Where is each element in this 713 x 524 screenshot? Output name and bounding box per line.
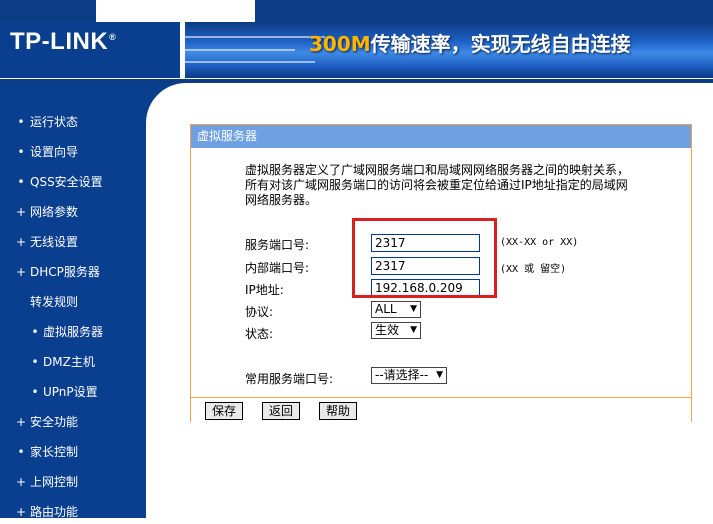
service-port-input[interactable]: 2317 <box>371 234 480 252</box>
sidebar-item-access-control[interactable]: + 上网控制 <box>0 470 146 494</box>
description-line: 所有对该广域网服务端口的访问将会被重定位给通过IP地址指定的局域网 <box>245 178 628 192</box>
expand-icon: + <box>16 475 27 489</box>
sidebar-item-qss[interactable]: • QSS安全设置 <box>0 170 146 194</box>
status-value: 生效 <box>375 323 400 337</box>
panel-description: 虚拟服务器定义了广域网服务端口和局域网网络服务器之间的映射关系， 所有对该广域网… <box>245 163 665 208</box>
bullet-icon: • <box>17 145 25 159</box>
sidebar-item-routing[interactable]: + 路由功能 <box>0 500 146 524</box>
common-port-label: 常用服务端口号: <box>245 372 334 386</box>
sidebar-item-upnp[interactable]: • UPnP设置 <box>0 380 146 404</box>
header-strip-right <box>255 0 713 22</box>
sidebar-item-label: 无线设置 <box>30 235 79 249</box>
sidebar-item-dmz[interactable]: • DMZ主机 <box>0 350 146 374</box>
banner: 300M传输速率，实现无线自由连接 <box>185 22 713 78</box>
service-port-hint: (XX-XX or XX) <box>500 237 579 248</box>
protocol-select[interactable]: ALL ▼ <box>371 301 421 318</box>
sidebar-item-label: 虚拟服务器 <box>43 325 104 339</box>
bullet-icon: • <box>31 325 39 339</box>
sidebar-item-label: UPnP设置 <box>43 385 98 399</box>
expand-icon: + <box>16 415 27 429</box>
expand-icon: + <box>16 265 27 279</box>
banner-text: 传输速率，实现无线自由连接 <box>370 32 631 56</box>
status-label: 状态: <box>245 327 274 341</box>
sidebar-item-label: DMZ主机 <box>43 355 95 369</box>
ip-address-label: IP地址: <box>245 283 284 297</box>
back-button[interactable]: 返回 <box>262 402 301 420</box>
sidebar-item-label: DHCP服务器 <box>30 265 100 279</box>
common-port-select[interactable]: --请选择-- ▼ <box>371 367 447 384</box>
banner-slogan: 300M传输速率，实现无线自由连接 <box>309 28 631 57</box>
description-line: 网络服务器。 <box>245 193 318 207</box>
bullet-icon: • <box>31 385 39 399</box>
internal-port-label: 内部端口号: <box>245 261 310 275</box>
banner-accent: 300M <box>309 32 371 56</box>
virtual-server-panel: 虚拟服务器 虚拟服务器定义了广域网服务端口和局域网网络服务器之间的映射关系， 所… <box>190 124 692 422</box>
service-port-label: 服务端口号: <box>245 238 310 252</box>
common-port-value: --请选择-- <box>375 368 429 382</box>
ip-address-input[interactable]: 192.168.0.209 <box>371 279 480 297</box>
sidebar-item-security[interactable]: + 安全功能 <box>0 410 146 434</box>
banner-streak <box>185 49 295 51</box>
status-select[interactable]: 生效 ▼ <box>371 322 421 339</box>
tp-link-logo: TP-LINK® <box>10 28 116 56</box>
internal-port-hint: (XX 或 留空) <box>500 264 567 275</box>
banner-streak <box>185 61 315 63</box>
sidebar-item-label: 路由功能 <box>30 505 79 519</box>
sidebar-item-parental-control[interactable]: • 家长控制 <box>0 440 146 464</box>
header-strip-left <box>0 0 96 22</box>
sidebar-item-virtual-server[interactable]: • 虚拟服务器 <box>0 320 146 344</box>
header-top-strip <box>0 0 713 22</box>
sidebar-item-wireless[interactable]: + 无线设置 <box>0 230 146 254</box>
dropdown-arrow-icon: ▼ <box>436 370 443 380</box>
internal-port-input[interactable]: 2317 <box>371 257 480 275</box>
panel-title: 虚拟服务器 <box>191 125 691 148</box>
bullet-icon: • <box>17 115 25 129</box>
expand-icon: + <box>16 505 27 519</box>
logo-registered-mark: ® <box>109 32 117 42</box>
description-line: 虚拟服务器定义了广域网服务端口和局域网网络服务器之间的映射关系， <box>245 163 630 177</box>
header: TP-LINK® 300M传输速率，实现无线自由连接 <box>0 0 713 83</box>
button-bar: 保存 返回 帮助 <box>191 397 691 422</box>
sidebar-item-label: 网络参数 <box>30 205 79 219</box>
sidebar-item-label: 转发规则 <box>30 295 79 309</box>
sidebar-item-forwarding[interactable]: 转发规则 <box>0 290 146 314</box>
sidebar-item-label: 运行状态 <box>30 115 79 129</box>
help-button[interactable]: 帮助 <box>319 402 358 420</box>
sidebar-item-label: QSS安全设置 <box>30 175 103 189</box>
save-button[interactable]: 保存 <box>205 402 244 420</box>
protocol-value: ALL <box>375 302 397 316</box>
bullet-icon: • <box>31 355 39 369</box>
expand-icon: + <box>16 235 27 249</box>
sidebar-item-label: 上网控制 <box>30 475 79 489</box>
dropdown-arrow-icon: ▼ <box>410 325 417 335</box>
sidebar-item-label: 安全功能 <box>30 415 79 429</box>
sidebar-item-setup-wizard[interactable]: • 设置向导 <box>0 140 146 164</box>
sidebar-item-network[interactable]: + 网络参数 <box>0 200 146 224</box>
expand-icon: + <box>16 205 27 219</box>
bullet-icon: • <box>17 175 25 189</box>
sidebar-item-label: 家长控制 <box>30 445 79 459</box>
sidebar-item-status[interactable]: • 运行状态 <box>0 110 146 134</box>
sidebar-item-dhcp[interactable]: + DHCP服务器 <box>0 260 146 284</box>
dropdown-arrow-icon: ▼ <box>410 304 417 314</box>
protocol-label: 协议: <box>245 305 274 319</box>
bullet-icon: • <box>17 445 25 459</box>
sidebar-item-label: 设置向导 <box>30 145 79 159</box>
banner-streak <box>185 36 325 38</box>
logo-text: TP-LINK <box>10 28 109 55</box>
